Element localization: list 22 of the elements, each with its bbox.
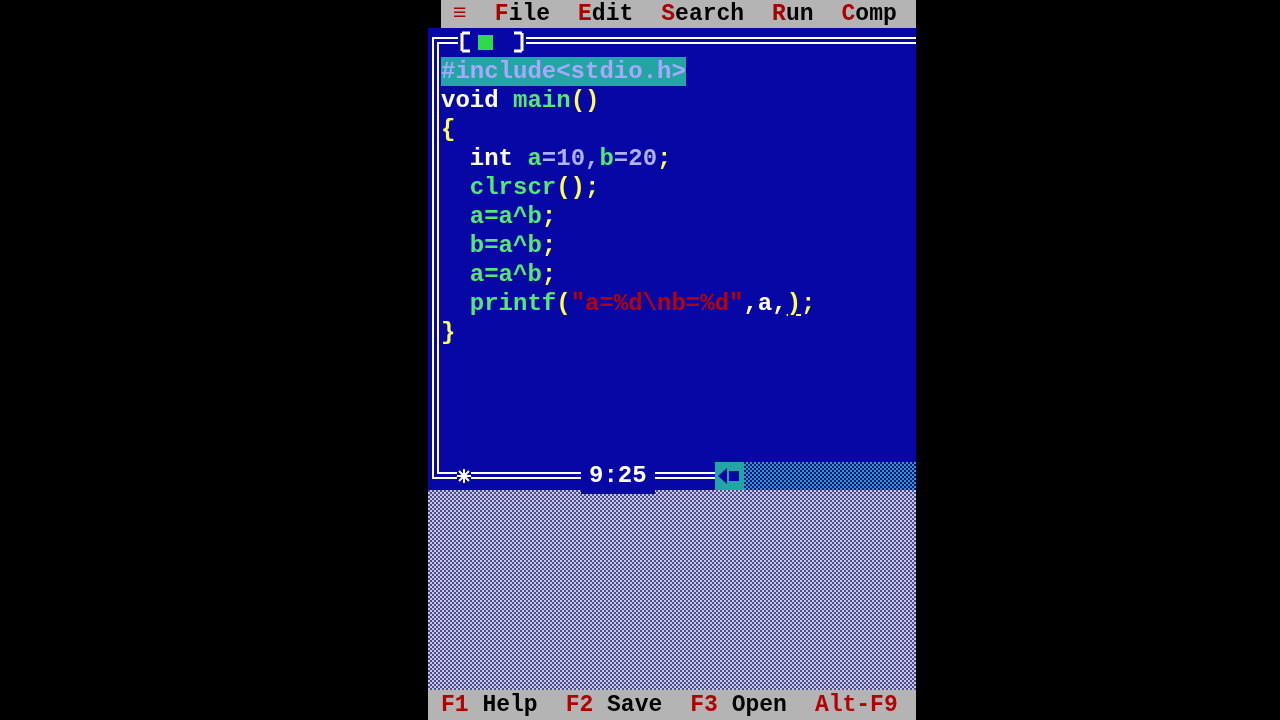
menu-item[interactable]: File [494,0,551,28]
menu-item[interactable]: Edit [578,0,634,28]
code-line: b=a^b; [468,231,557,260]
scroll-left-button[interactable] [714,462,744,490]
menu-item[interactable]: Run [772,0,814,28]
code-line: clrscr(); [468,173,600,202]
code-line: int a=10,b=20; [468,144,672,173]
shortcut-hint[interactable]: F3 Open [690,690,787,720]
shortcut-hint[interactable]: F2 Save [565,690,663,720]
shortcut-hint[interactable]: F1 Help [441,690,538,720]
menu-item[interactable]: Search [661,0,745,28]
left-arrow-icon [718,468,741,484]
menu-item[interactable]: Comp [841,0,897,28]
shortcut-hint[interactable]: Alt-F9 [814,690,898,720]
code-line: a=a^b; [468,202,557,231]
code-line: { [441,115,456,144]
code-line: void main() [441,86,600,115]
system-menu[interactable]: ≡ [453,0,467,28]
code-line: } [441,318,456,347]
close-button[interactable] [458,31,526,53]
code-line: a=a^b; [468,260,557,289]
code-line: printf("a=%d\nb=%d",a,); [468,289,816,318]
